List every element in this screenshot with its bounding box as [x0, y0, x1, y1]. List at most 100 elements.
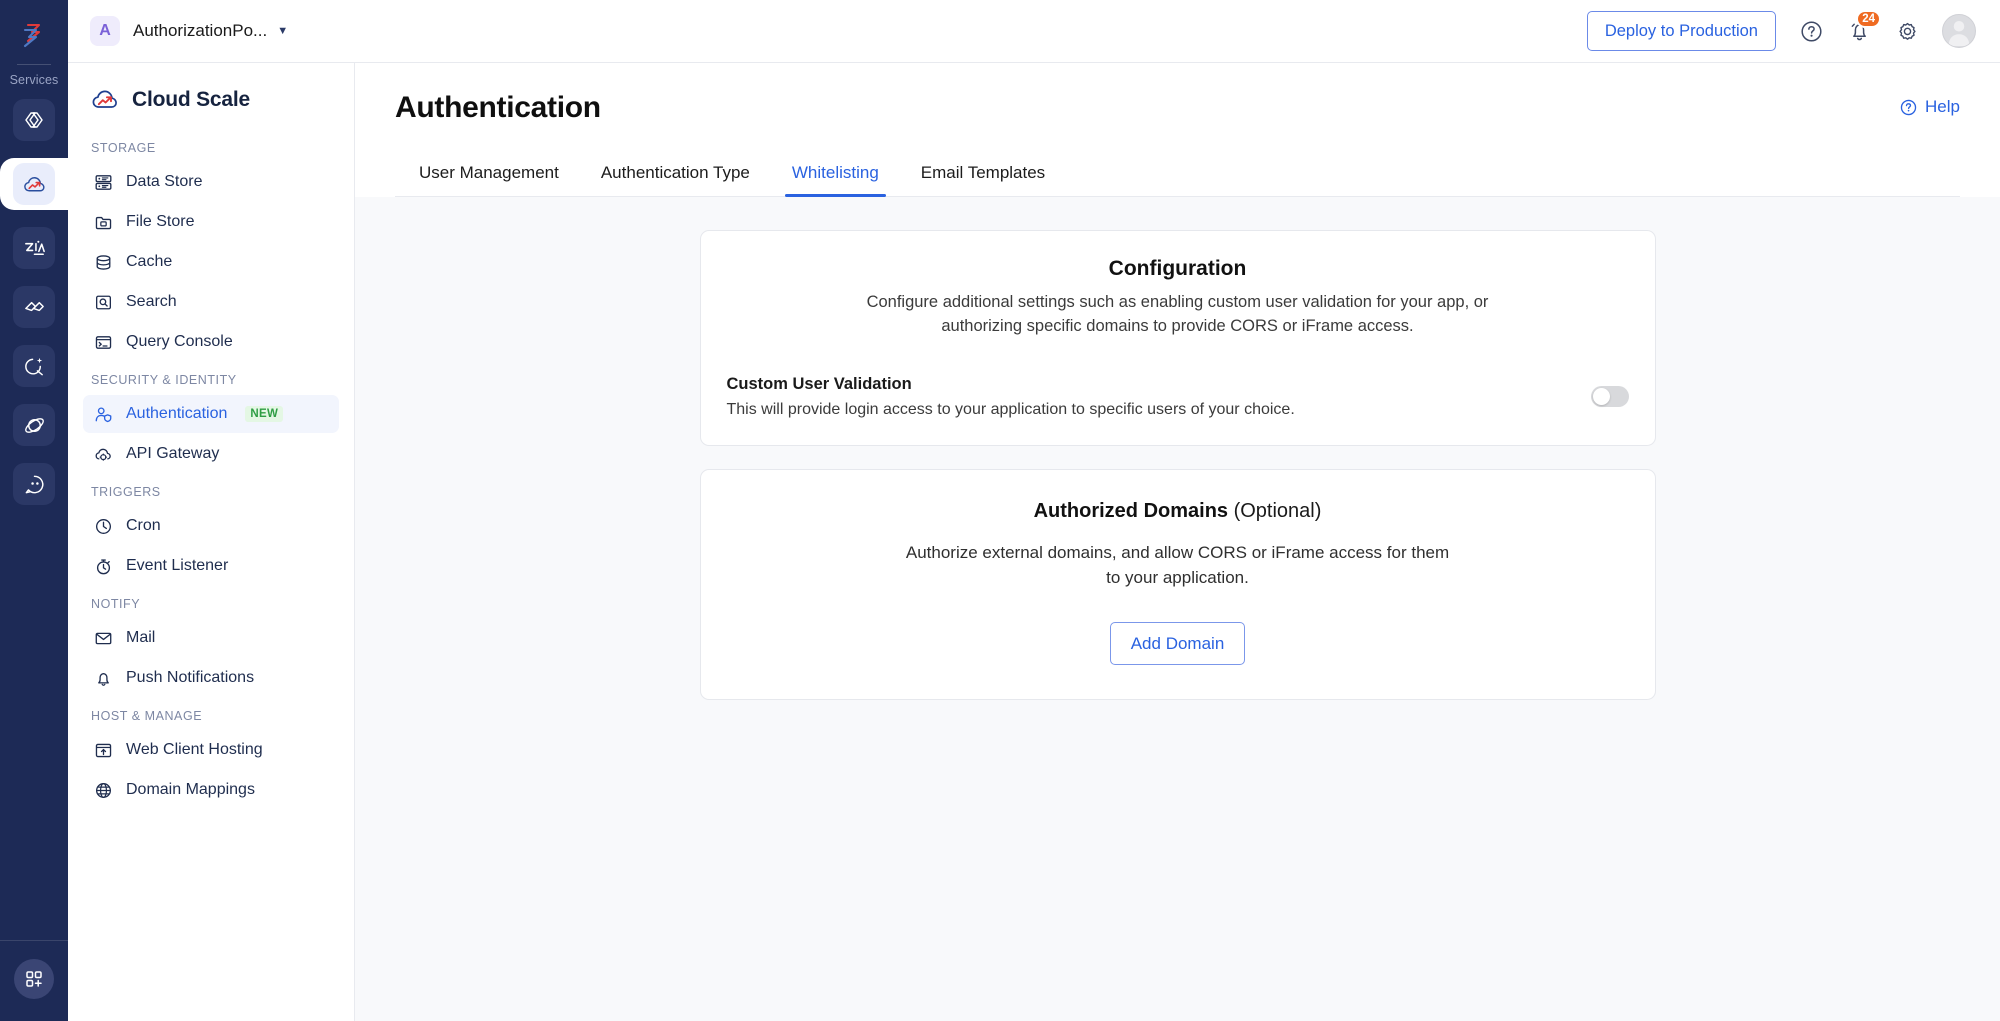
user-avatar-icon[interactable] [1942, 14, 1976, 48]
rail-active-indicator [0, 144, 68, 224]
top-bar: A AuthorizationPo... ▼ Deploy to Product… [68, 0, 2000, 63]
sidebar-item-label: Cron [126, 517, 161, 534]
sidebar-item-api-gateway[interactable]: API Gateway [83, 435, 339, 473]
configuration-card-description: Configure additional settings such as en… [866, 293, 1489, 335]
sidebar-item-data-store[interactable]: Data Store [83, 163, 339, 201]
rail-bottom [0, 940, 68, 1021]
body-column: A AuthorizationPo... ▼ Deploy to Product… [68, 0, 2000, 1021]
authorized-domains-title: Authorized Domains (Optional) [727, 500, 1629, 523]
project-selector[interactable]: A AuthorizationPo... ▼ [90, 16, 288, 46]
sidebar-item-file-store[interactable]: File Store [83, 203, 339, 241]
app-root: Services A AuthorizationPo... ▼ Deploy t… [0, 0, 2000, 1021]
authentication-user-shield-icon [93, 404, 113, 424]
sidebar-item-label: Authentication [126, 405, 228, 422]
quickml-sparkle-icon [24, 357, 43, 375]
rail-tile-cloud-scale[interactable] [13, 163, 55, 205]
tab-email-templates[interactable]: Email Templates [900, 153, 1066, 196]
zia-icon [24, 240, 45, 255]
project-avatar: A [90, 16, 120, 46]
gear-icon[interactable] [1894, 18, 1920, 44]
sidebar-item-push-notifications[interactable]: Push Notifications [83, 659, 339, 697]
rail-tiles [0, 99, 68, 505]
custom-user-validation-row: Custom User Validation This will provide… [727, 375, 1629, 419]
globe-icon [93, 780, 113, 800]
rail-tile-zia[interactable] [13, 227, 55, 269]
sidebar-item-mail[interactable]: Mail [83, 619, 339, 657]
chevron-down-icon: ▼ [277, 25, 289, 37]
authorized-domains-title-optional: (Optional) [1233, 499, 1322, 522]
rail-divider [17, 64, 51, 65]
sidebar-item-web-client-hosting[interactable]: Web Client Hosting [83, 731, 339, 769]
sidebar-item-label: Web Client Hosting [126, 741, 263, 758]
content-area: Authentication Help User Management Auth… [355, 63, 2000, 1021]
content-header: Authentication Help User Management Auth… [355, 63, 2000, 197]
sidebar-item-label: Cache [126, 253, 173, 270]
bell-icon [93, 668, 113, 688]
service-rail: Services [0, 0, 68, 1021]
toggle-knob [1592, 388, 1610, 406]
help-circle-icon [1899, 98, 1918, 117]
cloud-scale-icon [23, 176, 45, 191]
stopwatch-icon [93, 556, 113, 576]
nav-group-security-title: SECURITY & IDENTITY [91, 373, 237, 387]
rail-tile-serverless[interactable] [13, 286, 55, 328]
configuration-card-title: Configuration [1108, 257, 1247, 280]
add-apps-grid-icon[interactable] [14, 959, 54, 999]
sidebar-item-label: Domain Mappings [126, 781, 255, 798]
product-sidebar: Cloud Scale STORAGE Data Store File Stor… [68, 63, 355, 1021]
rail-tile-embedded[interactable] [13, 404, 55, 446]
sidebar-nav: STORAGE Data Store File Store Cache Sear… [68, 115, 354, 809]
web-client-hosting-icon [93, 740, 113, 760]
tab-panel-whitelisting: Configuration Configure additional setti… [355, 197, 2000, 1021]
help-link[interactable]: Help [1899, 97, 1960, 117]
sidebar-item-query-console[interactable]: Query Console [83, 323, 339, 361]
sidebar-item-authentication[interactable]: Authentication NEW [83, 395, 339, 433]
sidebar-item-label: API Gateway [126, 445, 220, 462]
clock-icon [93, 516, 113, 536]
rail-tile-quickml[interactable] [13, 345, 55, 387]
sidebar-item-label: File Store [126, 213, 195, 230]
page-title: Authentication [395, 91, 601, 124]
add-domain-button[interactable]: Add Domain [1109, 621, 1246, 665]
help-label: Help [1925, 97, 1960, 116]
sidebar-item-label: Mail [126, 629, 156, 646]
notifications-bell-icon[interactable]: 24 [1846, 10, 1881, 44]
code-brackets-icon [25, 112, 43, 128]
sidebar-item-event-listener[interactable]: Event Listener [83, 547, 339, 585]
search-icon [93, 292, 113, 312]
custom-user-validation-description: This will provide login access to your a… [726, 400, 1295, 418]
configuration-card: Configuration Configure additional setti… [699, 230, 1656, 446]
product-title: Cloud Scale [132, 88, 250, 111]
nav-group-host-title: HOST & MANAGE [91, 709, 203, 723]
mail-envelope-icon [93, 628, 113, 648]
embedded-orbit-icon [24, 417, 44, 433]
chat-bot-icon [25, 475, 43, 493]
status-badge-new: NEW [245, 406, 284, 422]
sidebar-item-search[interactable]: Search [83, 283, 339, 321]
sidebar-item-cache[interactable]: Cache [83, 243, 339, 281]
rail-tile-code[interactable] [13, 99, 55, 141]
cache-database-icon [93, 252, 113, 272]
nav-group-storage-title: STORAGE [91, 141, 156, 155]
query-console-icon [93, 332, 113, 352]
sidebar-item-label: Event Listener [126, 557, 229, 574]
serverless-icon [24, 301, 44, 311]
deploy-to-production-button[interactable]: Deploy to Production [1586, 10, 1776, 52]
api-gateway-icon [93, 444, 113, 464]
tab-authentication-type[interactable]: Authentication Type [580, 153, 771, 196]
rail-services-label: Services [9, 73, 59, 87]
tab-whitelisting[interactable]: Whitelisting [771, 153, 900, 197]
add-domain-wrap: Add Domain [727, 621, 1629, 665]
project-name: AuthorizationPo... [133, 21, 268, 40]
sidebar-item-label: Push Notifications [126, 669, 255, 686]
sidebar-item-cron[interactable]: Cron [83, 507, 339, 545]
sidebar-item-label: Search [126, 293, 177, 310]
authorized-domains-card: Authorized Domains (Optional) Authorize … [699, 468, 1656, 700]
custom-user-validation-toggle[interactable] [1590, 386, 1629, 408]
nav-group-notify-title: NOTIFY [91, 597, 141, 611]
help-circle-icon[interactable] [1798, 18, 1824, 44]
rail-tile-chat[interactable] [13, 463, 55, 505]
sidebar-item-domain-mappings[interactable]: Domain Mappings [83, 771, 339, 809]
tab-user-management[interactable]: User Management [398, 153, 580, 196]
catalyst-logo-icon[interactable] [12, 14, 56, 58]
